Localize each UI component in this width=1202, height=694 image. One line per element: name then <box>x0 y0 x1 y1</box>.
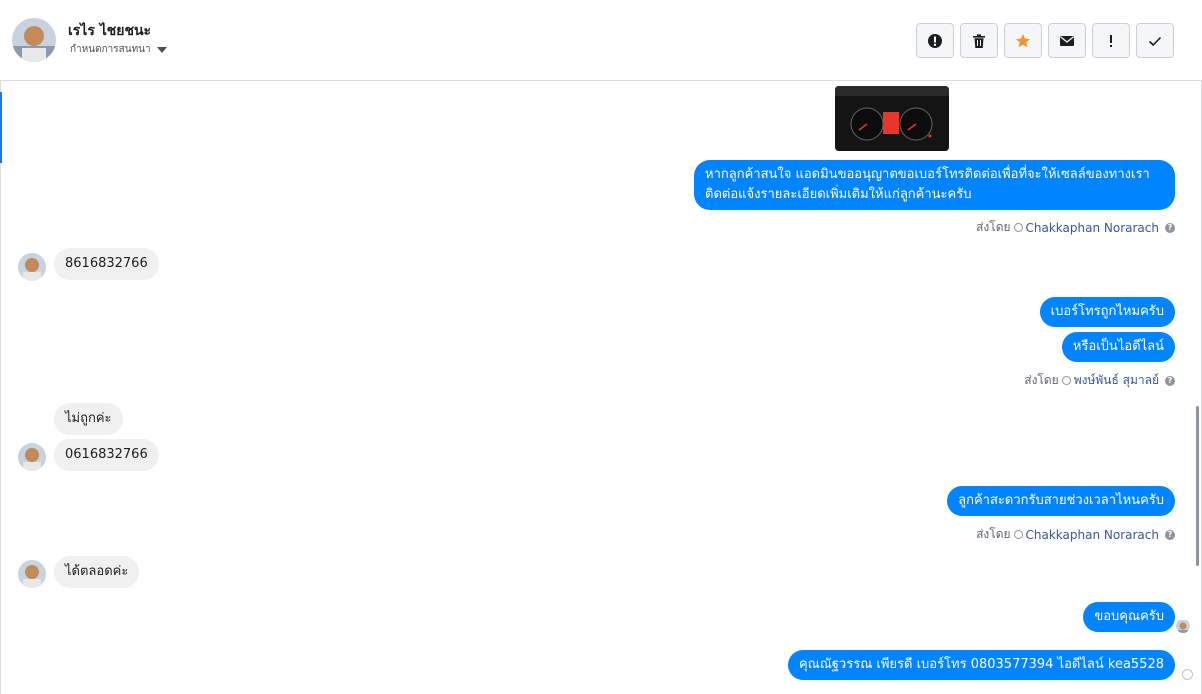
sender-name[interactable]: Chakkaphan Norarach <box>1026 221 1159 235</box>
sent-by-prefix: ส่งโดย <box>976 527 1011 541</box>
conversation-header: เรไร ไชยชนะ กำหนดการสนทนา <box>0 0 1202 81</box>
contact-name[interactable]: เรไร ไชยชนะ <box>68 20 151 42</box>
scrollbar[interactable] <box>1196 406 1199 566</box>
envelope-icon <box>1060 35 1074 46</box>
sender-name[interactable]: พงษ์พันธ์ สุมาลย์ <box>1074 371 1159 390</box>
outgoing-message[interactable]: หรือเป็นไอดีไลน์ <box>1061 332 1175 362</box>
mark-important-button[interactable] <box>1092 23 1130 58</box>
incoming-message[interactable]: ได้ตลอดค่ะ <box>54 556 140 588</box>
outgoing-message[interactable]: ขอบคุณครับ <box>1083 602 1175 632</box>
alert-circle-icon <box>928 33 942 48</box>
sent-by-prefix: ส่งโดย <box>976 220 1011 234</box>
attached-image[interactable] <box>835 86 949 151</box>
verified-icon <box>1013 530 1023 539</box>
verified-icon <box>1061 376 1071 385</box>
star-button[interactable] <box>1004 23 1042 58</box>
sender-name[interactable]: Chakkaphan Norarach <box>1026 528 1159 542</box>
message-text: ติดต่อแจ้งรายละเอียดเพิ่มเติมให้แก่ลูกค้… <box>705 187 972 202</box>
seen-avatar <box>1176 619 1190 633</box>
mark-unread-button[interactable] <box>1048 23 1086 58</box>
outgoing-message[interactable]: คุณณัฐวรรณ เพียรดี เบอร์โทร 0803577394 ไ… <box>787 650 1175 680</box>
message-text: หากลูกค้าสนใจ แอดมินขออนุญาตขอเบอร์โทรติ… <box>705 167 1150 182</box>
exclamation-icon <box>1110 34 1112 47</box>
star-icon <box>1016 33 1030 47</box>
incoming-message[interactable]: ไม่ถูกค่ะ <box>54 403 123 435</box>
delete-button[interactable] <box>960 23 998 58</box>
checkmark-icon <box>1148 36 1162 46</box>
help-icon[interactable]: ? <box>1165 529 1175 540</box>
help-icon[interactable]: ? <box>1165 222 1175 233</box>
outgoing-message[interactable]: ลูกค้าสะดวกรับสายช่วงเวลาไหนครับ <box>947 486 1175 516</box>
conversation-schedule-dropdown[interactable]: กำหนดการสนทนา <box>70 42 167 57</box>
help-icon[interactable]: ? <box>1165 375 1175 386</box>
incoming-message[interactable]: 8616832766 <box>54 248 159 280</box>
conversation-schedule-label: กำหนดการสนทนา <box>70 44 151 55</box>
outgoing-message[interactable]: หากลูกค้าสนใจ แอดมินขออนุญาตขอเบอร์โทรติ… <box>694 160 1175 210</box>
contact-avatar-small[interactable] <box>18 443 46 471</box>
caret-down-icon <box>156 46 167 53</box>
delivered-status-icon <box>1182 669 1193 680</box>
incoming-message[interactable]: 0616832766 <box>54 439 159 471</box>
message-list[interactable]: หากลูกค้าสนใจ แอดมินขออนุญาตขอเบอร์โทรติ… <box>0 82 1202 694</box>
sent-by-prefix: ส่งโดย <box>1024 373 1059 387</box>
sent-by-label: ส่งโดย Chakkaphan Norarach ? <box>976 525 1175 544</box>
sent-by-label: ส่งโดย พงษ์พันธ์ สุมาลย์ ? <box>1024 371 1175 390</box>
sent-by-label: ส่งโดย Chakkaphan Norarach ? <box>976 218 1175 237</box>
verified-icon <box>1013 223 1023 232</box>
contact-avatar-small[interactable] <box>18 253 46 281</box>
header-toolbar <box>916 23 1174 58</box>
trash-icon <box>973 33 985 48</box>
mark-spam-button[interactable] <box>916 23 954 58</box>
outgoing-message[interactable]: เบอร์โทรถูกไหมครับ <box>1039 297 1175 327</box>
contact-avatar[interactable] <box>12 18 56 62</box>
mark-done-button[interactable] <box>1136 23 1174 58</box>
contact-avatar-small[interactable] <box>18 560 46 588</box>
